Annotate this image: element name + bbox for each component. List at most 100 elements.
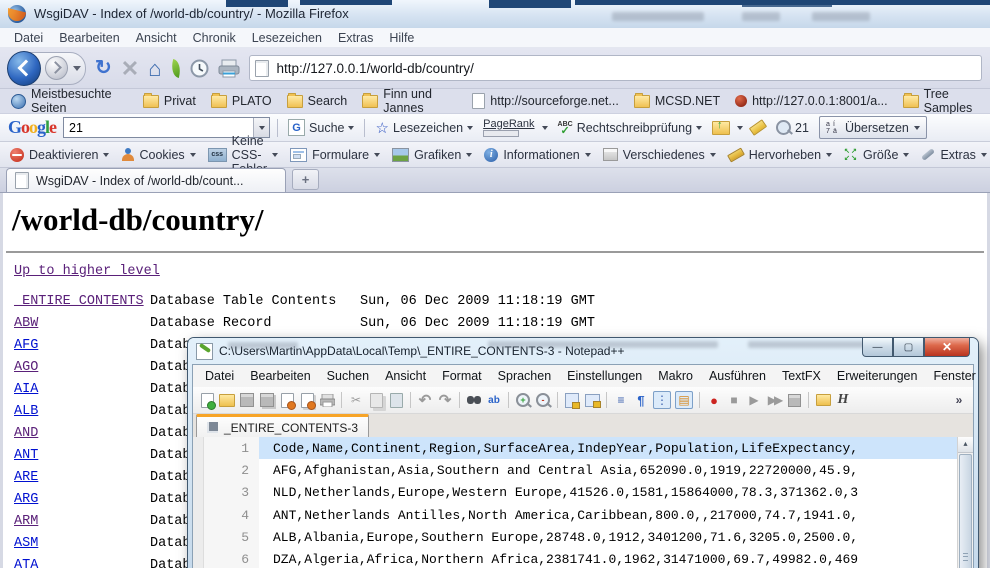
save-button[interactable] [239,392,255,408]
redo-button[interactable]: ↷ [437,392,453,408]
new-tab-button[interactable]: + [292,169,319,190]
webdev-cookies[interactable]: Cookies [117,148,199,162]
sync-horizontal-button[interactable] [584,392,600,408]
back-button[interactable] [7,51,41,86]
url-bar[interactable] [249,55,983,81]
entry-link[interactable]: ATA [14,558,38,568]
html-preview-button[interactable]: H [835,392,851,408]
bookmark-folder-privat[interactable]: Privat [138,94,201,108]
url-input[interactable] [275,60,969,77]
print-button[interactable] [319,392,335,408]
entry-link[interactable]: AND [14,426,38,441]
macro-play-button[interactable]: ▶ [746,392,762,408]
scrollbar-thumb[interactable] [959,454,972,568]
print-button[interactable] [218,59,240,78]
sync-vertical-button[interactable] [564,392,580,408]
close-button[interactable]: ✕ [924,338,970,357]
google-search-button[interactable]: GSuche [285,119,357,136]
chevron-down-icon[interactable] [542,126,548,130]
spellcheck-button[interactable]: ABC✓Rechtschreibprüfung [555,121,706,135]
bookmark-folder-search[interactable]: Search [282,94,353,108]
menu-chronik[interactable]: Chronik [185,31,244,45]
npp-menu-datei[interactable]: Datei [197,369,242,383]
npp-menu-format[interactable]: Format [434,369,490,383]
forward-button[interactable] [45,56,68,80]
webdev-deaktivieren[interactable]: Deaktivieren [6,148,113,162]
google-bookmarks-button[interactable]: ☆Lesezeichen [372,119,476,137]
webdev-grafiken[interactable]: Grafiken [388,148,476,162]
minimize-button[interactable]: — [862,338,893,357]
vertical-scrollbar[interactable]: ▲ [957,437,973,568]
npp-menu-einstellungen[interactable]: Einstellungen [559,369,650,383]
menu-datei[interactable]: Datei [6,31,51,45]
user-define-dialog-button[interactable]: ▤ [675,391,693,409]
bookmark-folder-mcsd[interactable]: MCSD.NET [629,94,725,108]
word-find-button[interactable]: 21 [773,120,812,135]
entry-link[interactable]: AIA [14,382,38,397]
entry-link[interactable]: ASM [14,536,38,551]
npp-menu-ansicht[interactable]: Ansicht [377,369,434,383]
menu-lesezeichen[interactable]: Lesezeichen [244,31,330,45]
pagerank-button[interactable]: PageRank [483,119,534,137]
webdev-extras[interactable]: Extras [917,148,990,162]
webdev-verschiedenes[interactable]: Verschiedenes [599,148,720,162]
chevron-down-icon[interactable] [737,126,743,130]
entry-link[interactable]: _ENTIRE_CONTENTS [14,294,144,309]
leaf-extension-icon[interactable] [169,59,183,78]
open-file-button[interactable] [219,392,235,408]
toolbar-overflow-chevron[interactable]: » [951,392,967,408]
webdev-groesse[interactable]: ↖↗↙↘Größe [840,148,913,162]
tab-wsgidav[interactable]: WsgiDAV - Index of /world-db/count... [6,168,286,192]
close-file-button[interactable] [279,392,295,408]
npp-menu-textfx[interactable]: TextFX [774,369,829,383]
word-wrap-button[interactable]: ≡ [613,392,629,408]
npp-menu-fenster[interactable]: Fenster [925,369,983,383]
menu-hilfe[interactable]: Hilfe [381,31,422,45]
function-folder-button[interactable] [815,392,831,408]
webdev-hervorheben[interactable]: Hervorheben [724,148,836,162]
entry-link[interactable]: ALB [14,404,38,419]
firefox-titlebar[interactable]: WsgiDAV - Index of /world-db/country/ - … [0,0,990,28]
bookmark-folder-plato[interactable]: PLATO [206,94,277,108]
stop-button[interactable]: ✕ [121,58,139,79]
webdev-informationen[interactable]: iInformationen [480,148,594,162]
npp-menu-help[interactable]: ? [984,369,990,383]
menu-extras[interactable]: Extras [330,31,381,45]
find-button[interactable] [466,392,482,408]
close-all-button[interactable] [299,392,315,408]
folder-upload-icon[interactable] [712,121,730,135]
zoom-in-button[interactable]: + [515,392,531,408]
history-clock-icon[interactable] [190,59,209,78]
entry-link[interactable]: AGO [14,360,38,375]
notepad-titlebar[interactable]: C:\Users\Martin\AppData\Local\Temp\_ENTI… [188,338,978,364]
show-all-characters-button[interactable]: ¶ [633,392,649,408]
maximize-button[interactable]: ▢ [893,338,924,357]
document-tab[interactable]: _ENTIRE_CONTENTS-3 [196,414,369,438]
copy-button[interactable] [368,392,384,408]
up-link[interactable]: Up to higher level [14,264,160,279]
bookmark-most-visited[interactable]: Meistbesuchte Seiten [6,87,133,115]
npp-menu-makro[interactable]: Makro [650,369,701,383]
home-button[interactable]: ⌂ [148,58,161,79]
menu-ansicht[interactable]: Ansicht [128,31,185,45]
entry-link[interactable]: ABW [14,316,38,331]
bookmark-folder-finn-und-jannes[interactable]: Finn und Jannes [357,87,462,115]
macro-stop-button[interactable]: ■ [726,392,742,408]
scroll-up-arrow[interactable]: ▲ [958,437,973,453]
undo-button[interactable]: ↶ [417,392,433,408]
entry-link[interactable]: ARG [14,492,38,507]
entry-link[interactable]: ARM [14,514,38,529]
zoom-out-button[interactable]: - [535,392,551,408]
reload-button[interactable]: ↻ [95,58,112,79]
macro-run-multiple-button[interactable]: ▶▶ [766,392,782,408]
entry-link[interactable]: ANT [14,448,38,463]
paste-button[interactable] [388,392,404,408]
entry-link[interactable]: AFG [14,338,38,353]
save-all-button[interactable] [259,392,275,408]
npp-menu-ausfuehren[interactable]: Ausführen [701,369,774,383]
cut-button[interactable]: ✂ [348,392,364,408]
menu-bearbeiten[interactable]: Bearbeiten [51,31,127,45]
history-dropdown-icon[interactable] [73,66,81,71]
npp-menu-sprachen[interactable]: Sprachen [490,369,560,383]
macro-save-button[interactable] [786,392,802,408]
